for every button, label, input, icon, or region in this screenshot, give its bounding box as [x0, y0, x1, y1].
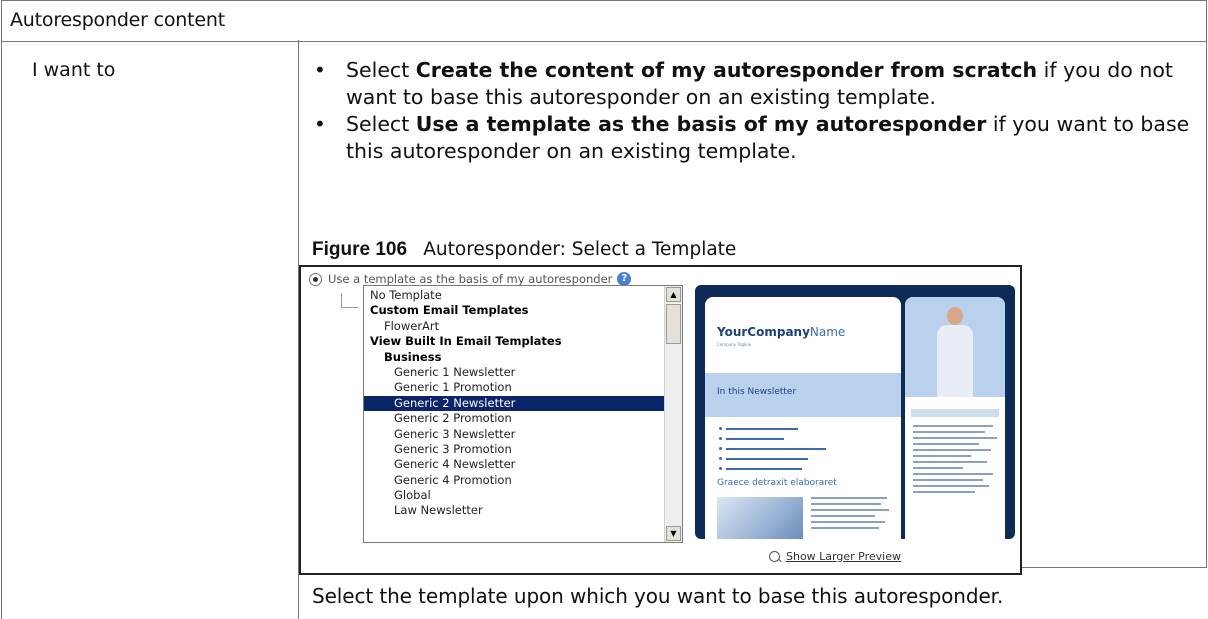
- preview-link: [719, 455, 826, 462]
- bullet-icon: •: [314, 112, 326, 136]
- template-option[interactable]: Global: [364, 488, 664, 503]
- template-option[interactable]: Generic 3 Newsletter: [364, 427, 664, 442]
- template-option[interactable]: Generic 1 Promotion: [364, 380, 664, 395]
- figure-caption: Figure 106 Autoresponder: Select a Templ…: [312, 237, 736, 261]
- instruction-prefix: Select: [346, 58, 416, 82]
- template-option[interactable]: Generic 2 Newsletter: [364, 395, 664, 412]
- bullet-icon: •: [314, 58, 326, 82]
- template-listbox[interactable]: No Template Custom Email Templates FlowerA…: [363, 285, 683, 543]
- section-header-cell: Autoresponder content: [1, 0, 1207, 42]
- instruction-item: • Select Create the content of my autore…: [312, 57, 1192, 111]
- template-option[interactable]: No Template: [364, 288, 664, 303]
- person-icon: [933, 307, 977, 397]
- radio-selected-icon[interactable]: [309, 272, 322, 286]
- tree-connector: [341, 293, 358, 308]
- preview-main-column: YourCompanyName Company Tagline In this …: [705, 297, 901, 539]
- option-name: Use a template as the basis of my autore…: [415, 112, 987, 136]
- template-group: Custom Email Templates: [370, 303, 529, 318]
- template-preview: YourCompanyName Company Tagline In this …: [695, 285, 1015, 539]
- option-name: Create the content of my autoresponder f…: [415, 58, 1038, 82]
- preview-link: [719, 425, 826, 432]
- preview-side-heading: [911, 409, 999, 417]
- table-border-right: [1206, 40, 1207, 567]
- preview-link-list: [719, 425, 826, 475]
- section-header: Autoresponder content: [10, 9, 225, 31]
- instruction-list: • Select Create the content of my autore…: [312, 57, 1192, 165]
- preview-photo: [717, 497, 803, 539]
- template-option[interactable]: FlowerArt: [364, 319, 664, 334]
- preview-link: [719, 435, 826, 442]
- help-icon[interactable]: ?: [617, 272, 632, 286]
- preview-band: In this Newsletter: [705, 373, 901, 417]
- template-option[interactable]: Generic 3 Promotion: [364, 442, 664, 457]
- radio-label: Use a template as the basis of my autore…: [328, 272, 613, 286]
- preview-link: [719, 465, 826, 472]
- show-larger-preview-link[interactable]: Show Larger Preview: [769, 550, 901, 563]
- row-label: I want to: [32, 59, 116, 81]
- preview-side-text: [913, 425, 997, 497]
- template-group: View Built In Email Templates: [370, 334, 562, 349]
- scroll-thumb[interactable]: [666, 304, 681, 344]
- document-table: Autoresponder content I want to • Select…: [0, 0, 1207, 619]
- preview-tagline: Company Tagline: [717, 342, 752, 347]
- figure-title: Autoresponder: Select a Template: [423, 239, 737, 260]
- preview-company-name: YourCompanyName: [717, 325, 846, 339]
- preview-band-title: In this Newsletter: [717, 387, 797, 397]
- template-option[interactable]: Generic 2 Promotion: [364, 411, 664, 426]
- template-selector-screenshot: Use a template as the basis of my autore…: [299, 265, 1022, 575]
- scroll-down-icon[interactable]: ▼: [666, 526, 681, 541]
- preview-section-title: Graece detraxit elaboraret: [717, 478, 837, 488]
- instruction-prefix: Select: [346, 112, 416, 136]
- listbox-scrollbar[interactable]: ▲ ▼: [664, 286, 682, 542]
- scroll-up-icon[interactable]: ▲: [666, 287, 681, 302]
- template-option[interactable]: Generic 4 Newsletter: [364, 457, 664, 472]
- template-group: Business: [384, 349, 442, 364]
- preview-side-column: [905, 297, 1005, 539]
- table-border-left: [1, 40, 2, 619]
- larger-preview-label: Show Larger Preview: [786, 550, 901, 563]
- template-list: No Template Custom Email Templates FlowerA…: [364, 288, 664, 519]
- template-option[interactable]: Generic 1 Newsletter: [364, 365, 664, 380]
- preview-side-image: [905, 297, 1005, 397]
- magnifier-icon: [769, 551, 780, 562]
- template-option[interactable]: Generic 4 Promotion: [364, 473, 664, 488]
- preview-text-block: [811, 497, 891, 533]
- template-option[interactable]: Law Newsletter: [364, 503, 664, 518]
- preview-link: [719, 445, 826, 452]
- footer-description: Select the template upon which you want …: [312, 584, 1004, 608]
- instruction-item: • Select Use a template as the basis of …: [312, 111, 1192, 165]
- figure-number: Figure 106: [312, 239, 408, 260]
- use-template-option[interactable]: Use a template as the basis of my autore…: [309, 272, 632, 286]
